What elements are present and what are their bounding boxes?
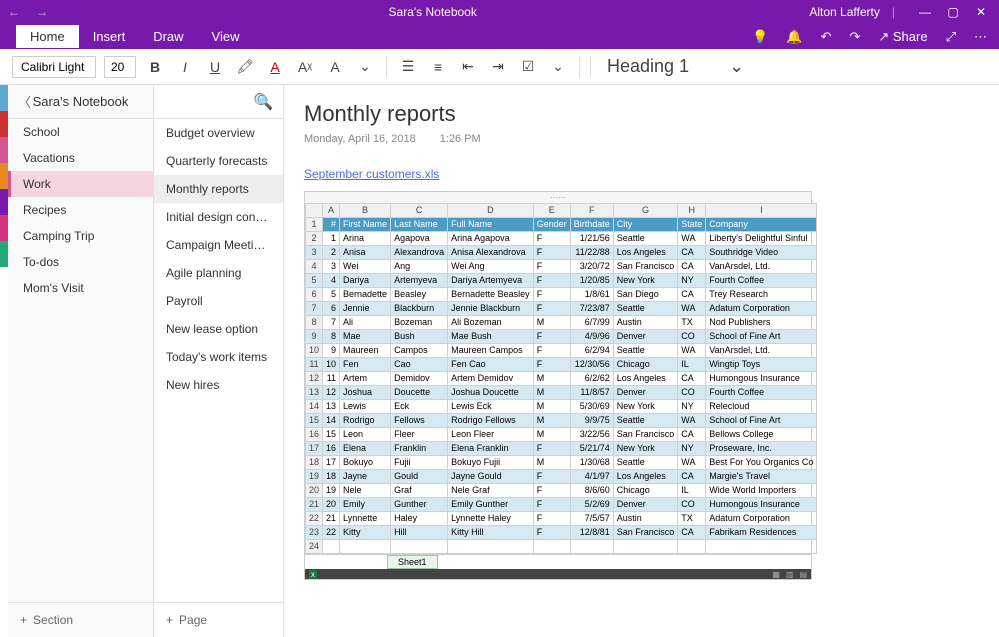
fullscreen-icon[interactable]: ⤢ xyxy=(946,29,956,45)
section-item[interactable]: Mom's Visit xyxy=(8,275,153,301)
maximize-button[interactable]: ▢ xyxy=(943,5,963,19)
excel-icon[interactable]: x xyxy=(309,570,317,579)
indent-button[interactable]: ⇥ xyxy=(487,56,509,78)
plus-icon: + xyxy=(20,613,27,627)
notebook-back-icon[interactable]: 〈 xyxy=(18,92,31,111)
italic-button[interactable]: I xyxy=(174,56,196,78)
undo-icon[interactable]: ↶ xyxy=(821,29,832,45)
page-item[interactable]: Quarterly forecasts xyxy=(154,147,283,175)
section-item[interactable]: School xyxy=(8,119,153,145)
style-heading[interactable]: Heading 1 xyxy=(607,56,689,77)
outdent-button[interactable]: ⇤ xyxy=(457,56,479,78)
divider: | xyxy=(892,5,895,19)
search-icon[interactable]: 🔍 xyxy=(257,94,273,110)
section-item[interactable]: To-dos xyxy=(8,249,153,275)
attachment-link[interactable]: September customers.xls xyxy=(304,167,439,181)
page-item[interactable]: Budget overview xyxy=(154,119,283,147)
paragraph-dropdown-icon[interactable]: ⌄ xyxy=(547,56,569,78)
bold-button[interactable]: B xyxy=(144,56,166,78)
font-color-button[interactable]: A xyxy=(264,56,286,78)
add-section-button[interactable]: +Section xyxy=(8,602,153,637)
page-item[interactable]: Payroll xyxy=(154,287,283,315)
bullet-list-button[interactable]: ☰ xyxy=(397,56,419,78)
share-button[interactable]: ↗ Share xyxy=(878,29,927,45)
page-item[interactable]: New hires xyxy=(154,371,283,399)
page-item[interactable]: Today's work items xyxy=(154,343,283,371)
page-item[interactable]: New lease option xyxy=(154,315,283,343)
format-painter-button[interactable]: A xyxy=(324,56,346,78)
tell-me-icon[interactable]: 💡 xyxy=(752,29,768,45)
sheet-tab[interactable]: Sheet1 xyxy=(387,555,438,569)
nav-forward-icon[interactable]: → xyxy=(36,5,48,19)
more-icon[interactable]: ⋯ xyxy=(974,29,987,45)
section-item[interactable]: Camping Trip xyxy=(8,223,153,249)
embedded-spreadsheet[interactable]: ⋯⋯ ABCDEFGHI1#First NameLast NameFull Na… xyxy=(304,191,812,580)
window-title: Sara's Notebook xyxy=(56,5,809,19)
page-title[interactable]: Monthly reports xyxy=(304,101,979,127)
font-name-select[interactable]: Calibri Light xyxy=(12,56,96,78)
tab-insert[interactable]: Insert xyxy=(79,25,140,48)
user-name[interactable]: Alton Lafferty xyxy=(809,5,880,19)
nav-back-icon[interactable]: ← xyxy=(8,5,20,19)
page-item[interactable]: Campaign Meeting No... xyxy=(154,231,283,259)
format-dropdown-icon[interactable]: ⌄ xyxy=(354,56,376,78)
font-size-select[interactable]: 20 xyxy=(104,56,136,78)
tab-view[interactable]: View xyxy=(198,25,254,48)
page-time: 1:26 PM xyxy=(440,133,481,145)
underline-button[interactable]: U xyxy=(204,56,226,78)
close-button[interactable]: ✕ xyxy=(971,5,991,19)
page-item[interactable]: Initial design concepts xyxy=(154,203,283,231)
tab-draw[interactable]: Draw xyxy=(139,25,197,48)
number-list-button[interactable]: ≡ xyxy=(427,56,449,78)
drag-handle-icon[interactable]: ⋯⋯ xyxy=(305,192,811,203)
section-item[interactable]: Vacations xyxy=(8,145,153,171)
page-date: Monday, April 16, 2018 xyxy=(304,133,416,145)
highlight-button[interactable]: 🖍 xyxy=(234,56,256,78)
page-item[interactable]: Monthly reports xyxy=(154,175,283,203)
tab-home[interactable]: Home xyxy=(16,25,79,48)
view-layout-icon[interactable]: ▥ xyxy=(786,570,794,579)
page-item[interactable]: Agile planning xyxy=(154,259,283,287)
style-dropdown-icon[interactable]: ⌄ xyxy=(729,56,744,77)
add-page-button[interactable]: +Page xyxy=(154,602,283,637)
notifications-icon[interactable]: 🔔 xyxy=(786,29,802,45)
minimize-button[interactable]: — xyxy=(915,5,935,19)
plus-icon: + xyxy=(166,613,173,627)
notebook-name[interactable]: Sara's Notebook xyxy=(33,94,129,109)
view-break-icon[interactable]: ▤ xyxy=(799,570,807,579)
section-item[interactable]: Work xyxy=(8,171,153,197)
redo-icon[interactable]: ↷ xyxy=(849,29,860,45)
todo-tag-button[interactable]: ☑ xyxy=(517,56,539,78)
clear-format-button[interactable]: Aᵡ xyxy=(294,56,316,78)
section-item[interactable]: Recipes xyxy=(8,197,153,223)
view-normal-icon[interactable]: ▦ xyxy=(772,570,780,579)
